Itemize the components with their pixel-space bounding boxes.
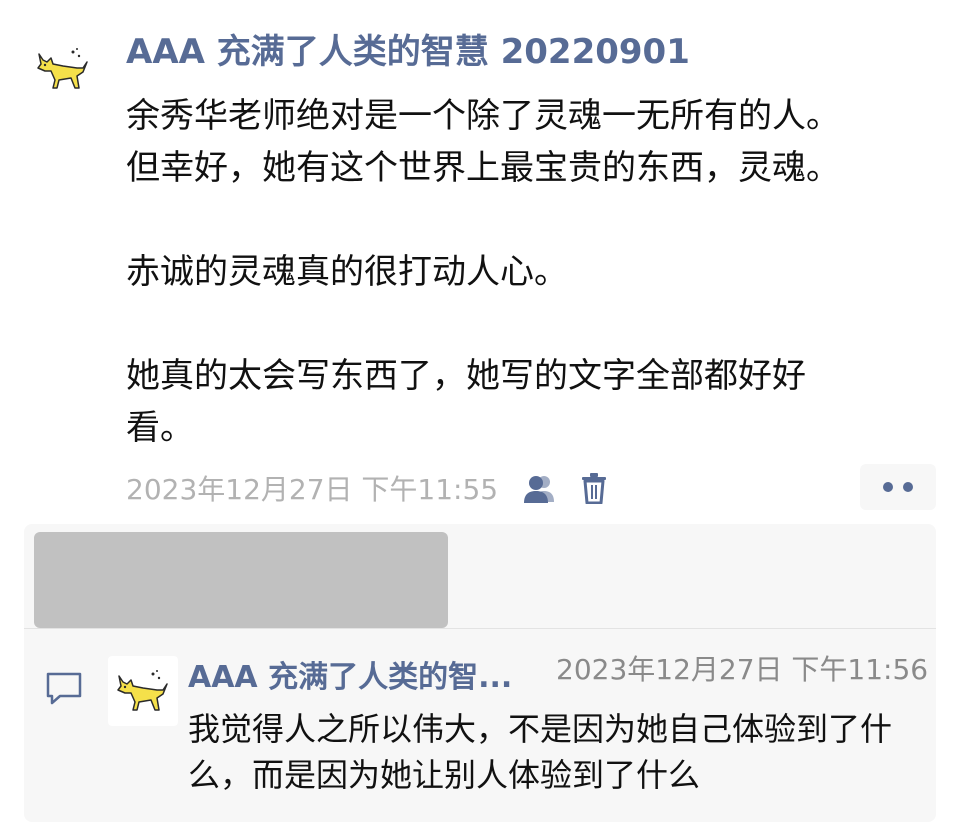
yellow-cat-icon: [37, 48, 88, 89]
post-timestamp: 2023年12月27日 下午11:55: [126, 473, 499, 506]
post-line: 看。: [126, 408, 194, 448]
divider: [24, 628, 936, 629]
author-avatar[interactable]: [28, 34, 98, 104]
post-line-blank: [126, 298, 926, 350]
commenter-name[interactable]: AAA 充满了人类的智...: [188, 656, 548, 700]
comment-timestamp: 2023年12月27日 下午11:56: [556, 653, 929, 686]
comment-bubble-icon: [46, 672, 82, 705]
post-line: 余秀华老师绝对是一个除了灵魂一无所有的人。: [126, 96, 840, 136]
post-line-blank: [126, 194, 926, 246]
more-dots-icon: [903, 482, 913, 492]
more-dots-icon: [883, 482, 893, 492]
comment-text[interactable]: 我觉得人之所以伟大，不是因为她自己体验到了什么，而是因为她让别人体验到了什么: [188, 706, 918, 798]
post-line: 她真的太会写东西了，她写的文字全部都好好: [126, 356, 806, 396]
post-line: 但幸好，她有这个世界上最宝贵的东西，灵魂。: [126, 148, 840, 188]
trash-icon[interactable]: [574, 468, 614, 508]
post-line: 赤诚的灵魂真的很打动人心。: [126, 252, 568, 292]
commenter-avatar[interactable]: [108, 656, 178, 726]
redacted-likes: [34, 532, 448, 628]
yellow-cat-icon: [117, 670, 168, 711]
post-content: 余秀华老师绝对是一个除了灵魂一无所有的人。 但幸好，她有这个世界上最宝贵的东西，…: [126, 90, 926, 454]
friends-visibility-icon[interactable]: [520, 468, 560, 508]
more-actions-button[interactable]: [860, 464, 936, 510]
post-author-name[interactable]: AAA 充满了人类的智慧 20220901: [126, 28, 690, 76]
post-meta: 2023年12月27日 下午11:55: [126, 466, 614, 510]
interaction-panel: AAA 充满了人类的智... 2023年12月27日 下午11:56 我觉得人之…: [24, 524, 936, 822]
